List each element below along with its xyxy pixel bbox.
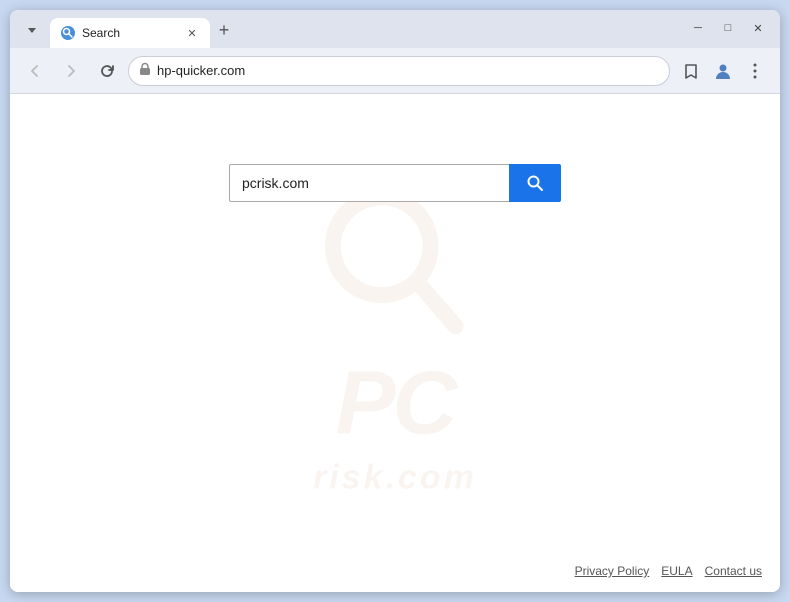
tab-close-button[interactable]: ✕ xyxy=(184,25,200,41)
privacy-policy-link[interactable]: Privacy Policy xyxy=(575,564,650,578)
nav-bar xyxy=(10,48,780,94)
back-button[interactable] xyxy=(20,56,50,86)
lock-icon xyxy=(139,62,151,79)
search-input[interactable] xyxy=(229,164,509,202)
search-button[interactable] xyxy=(509,164,561,202)
window-controls: ─ □ ✕ xyxy=(684,14,772,42)
forward-button[interactable] xyxy=(56,56,86,86)
page-footer: Privacy Policy EULA Contact us xyxy=(575,564,762,578)
bookmark-button[interactable] xyxy=(676,56,706,86)
browser-window: Search ✕ + ─ □ ✕ xyxy=(10,10,780,592)
close-button[interactable]: ✕ xyxy=(744,14,772,42)
active-tab[interactable]: Search ✕ xyxy=(50,18,210,48)
minimize-button[interactable]: ─ xyxy=(684,14,712,42)
more-options-button[interactable] xyxy=(740,56,770,86)
profile-button[interactable] xyxy=(708,56,738,86)
page-content: PC risk.com Privacy Policy EULA Contact … xyxy=(10,94,780,592)
tab-area: Search ✕ + xyxy=(18,10,684,48)
tab-favicon xyxy=(60,25,76,41)
watermark-risk: risk.com xyxy=(313,459,477,498)
tab-list-button[interactable] xyxy=(18,16,46,44)
url-input[interactable] xyxy=(157,63,659,78)
search-area xyxy=(229,164,561,202)
refresh-button[interactable] xyxy=(92,56,122,86)
new-tab-button[interactable]: + xyxy=(210,16,238,44)
maximize-button[interactable]: □ xyxy=(714,14,742,42)
address-bar[interactable] xyxy=(128,56,670,86)
watermark-pc: PC xyxy=(335,359,454,449)
nav-right-buttons xyxy=(676,56,770,86)
eula-link[interactable]: EULA xyxy=(661,564,692,578)
tab-title: Search xyxy=(82,26,178,40)
title-bar: Search ✕ + ─ □ ✕ xyxy=(10,10,780,48)
contact-us-link[interactable]: Contact us xyxy=(705,564,762,578)
watermark: PC risk.com xyxy=(313,189,477,498)
